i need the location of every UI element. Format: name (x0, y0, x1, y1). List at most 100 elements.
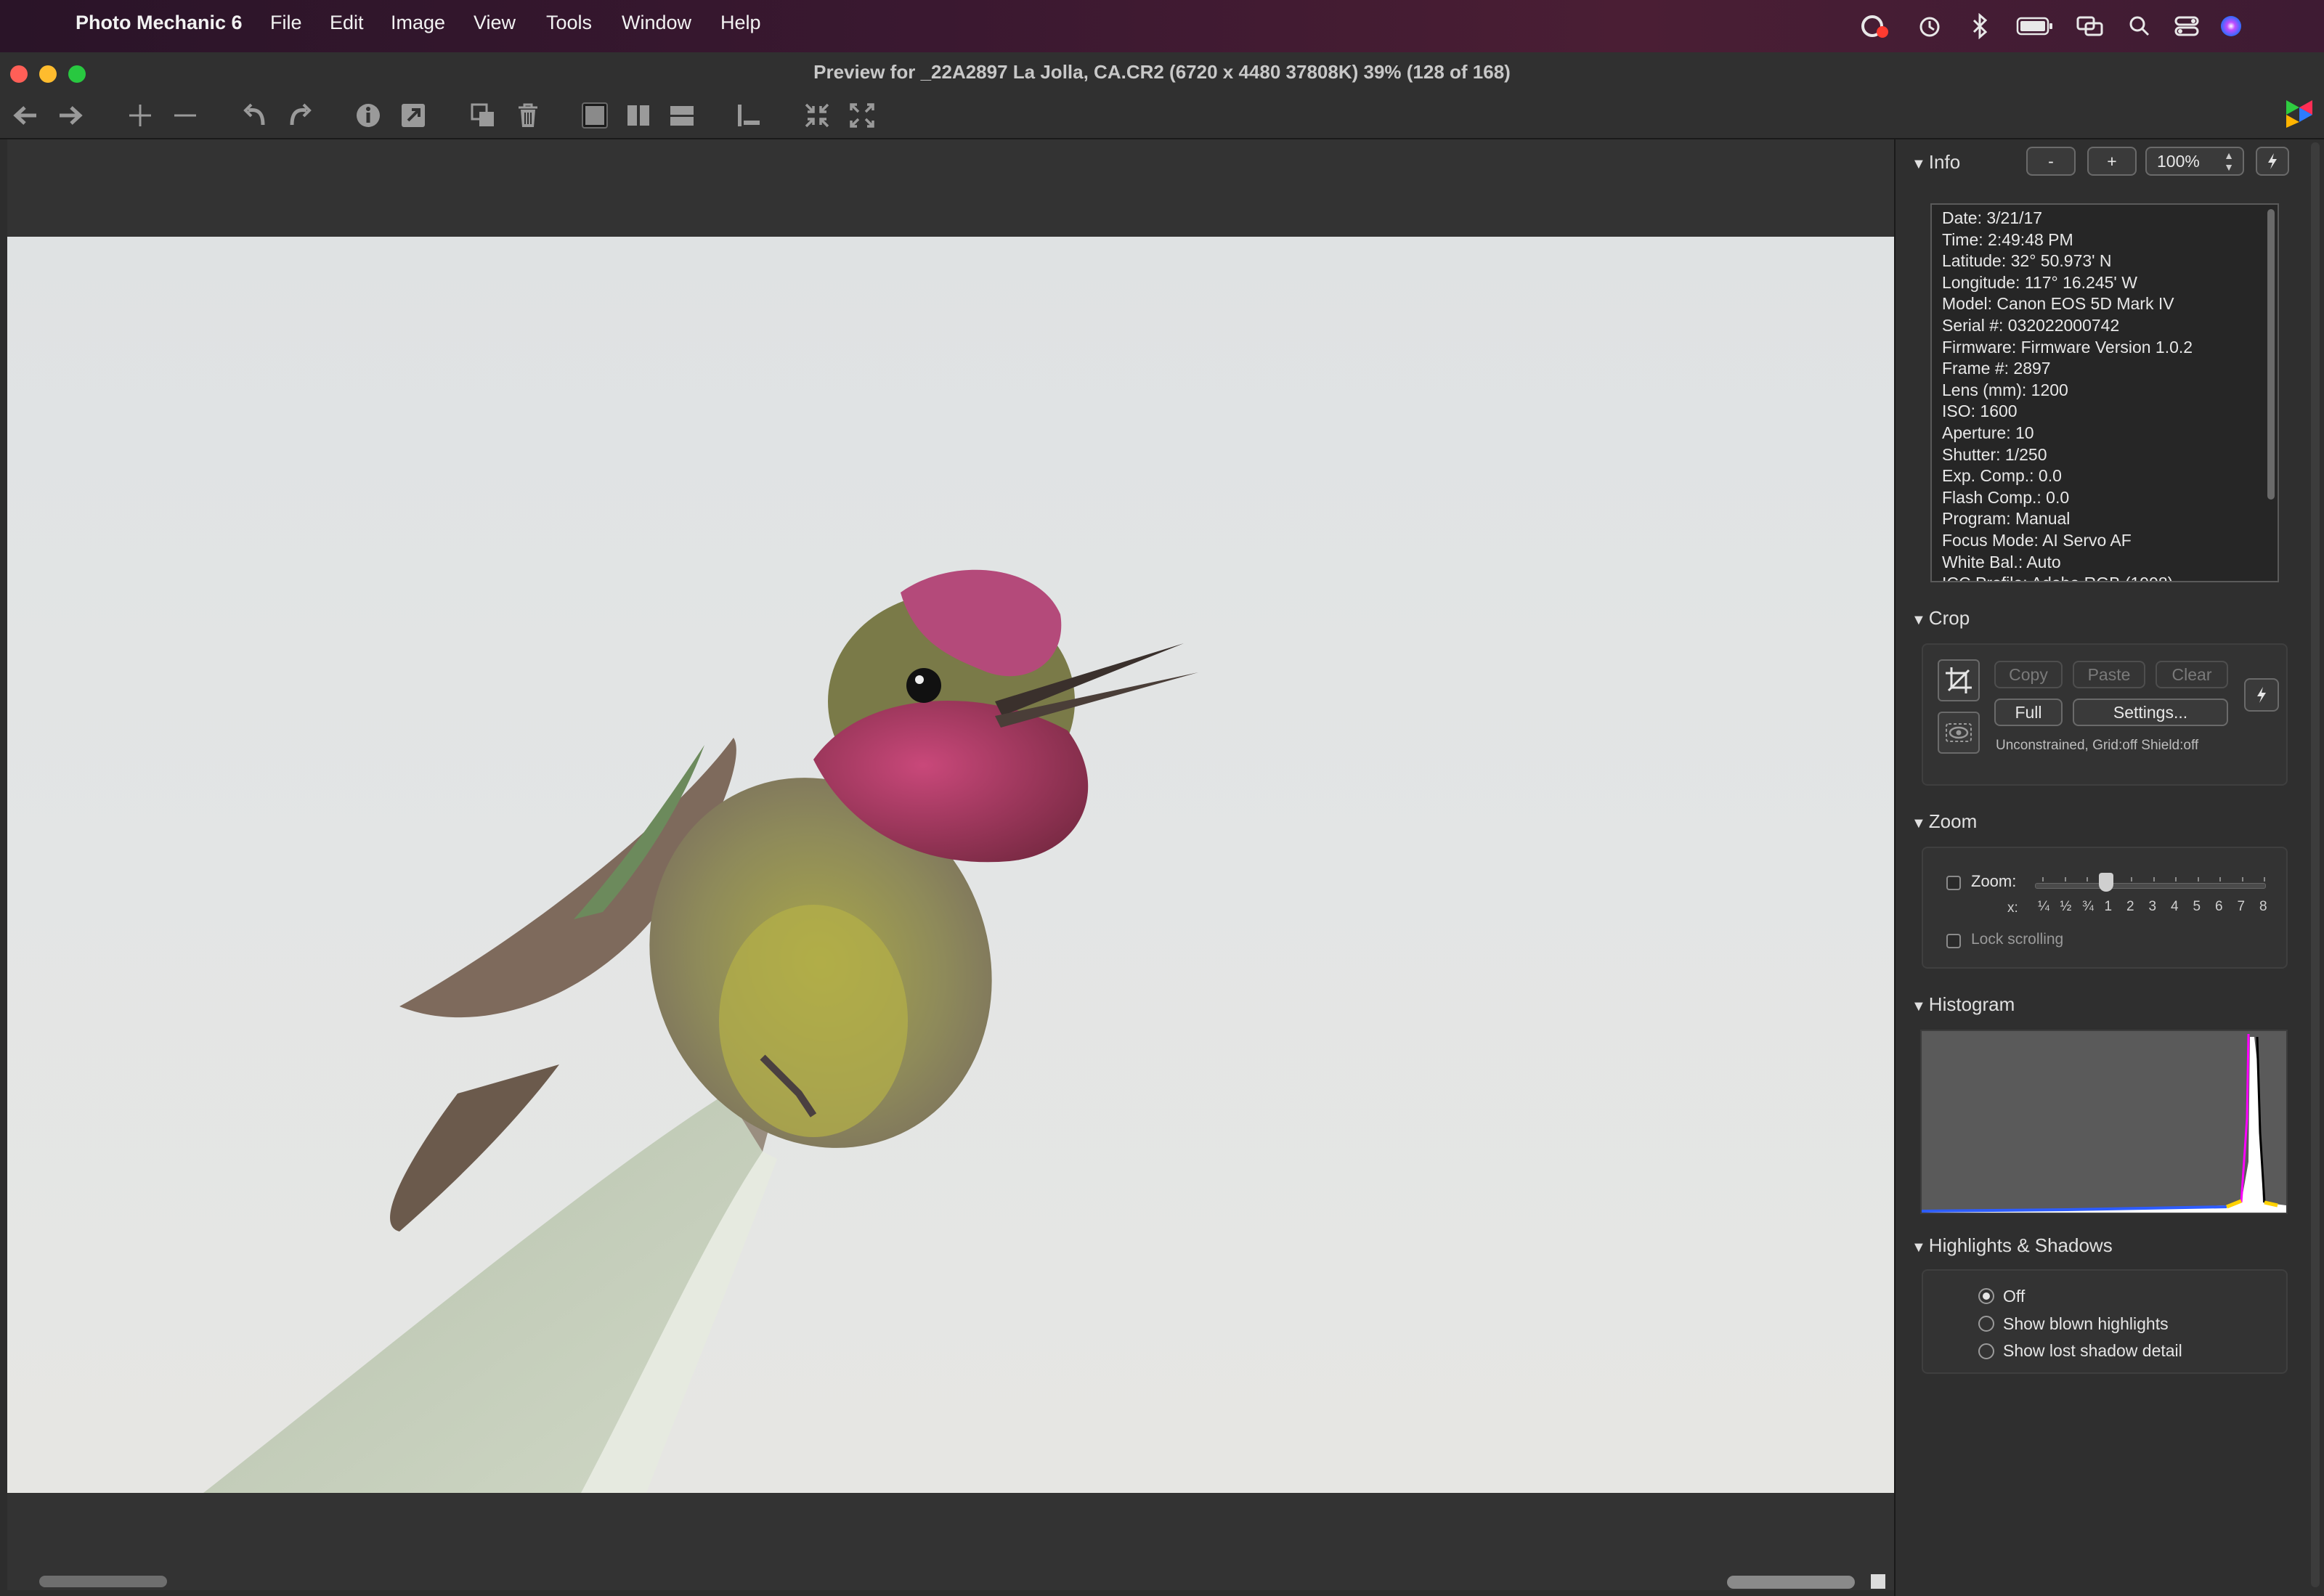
eye-icon (1946, 723, 1972, 742)
info-icon[interactable] (349, 96, 388, 135)
radio-off-label: Off (2003, 1287, 2026, 1306)
zoom-in-plus-icon[interactable] (121, 96, 160, 135)
duplicate-icon[interactable] (463, 96, 503, 135)
metadata-line: Frame #: 2897 (1942, 359, 2051, 378)
crop-preview-toggle[interactable] (1938, 712, 1980, 754)
crop-section-header[interactable]: ▼ Crop (1911, 607, 1970, 630)
metadata-line: Exp. Comp.: 0.0 (1942, 466, 2062, 486)
metadata-line: Focus Mode: AI Servo AF (1942, 530, 2132, 550)
screen-mirroring-icon[interactable] (2076, 15, 2105, 38)
control-center-icon[interactable] (2173, 15, 2202, 38)
metadata-line: Shutter: 1/250 (1942, 444, 2047, 464)
lock-scrolling-label: Lock scrolling (1971, 931, 2064, 948)
histogram-section-header[interactable]: ▼ Histogram (1911, 993, 2015, 1016)
lock-scrolling-checkbox[interactable] (1946, 934, 1961, 948)
expand-icon[interactable] (842, 96, 882, 135)
zoom-tick-label: ¼ (2038, 899, 2049, 914)
metadata-line: Firmware: Firmware Version 1.0.2 (1942, 337, 2193, 357)
histogram (1920, 1030, 2288, 1214)
crop-full-button[interactable]: Full (1994, 699, 2063, 726)
trash-icon[interactable] (508, 96, 548, 135)
menu-window[interactable]: Window (622, 12, 691, 34)
zoom-tick-label: 5 (2193, 899, 2201, 914)
split-horizontal-icon[interactable] (662, 96, 702, 135)
creative-cloud-icon[interactable] (1859, 13, 1891, 39)
zoom-checkbox[interactable] (1946, 876, 1961, 890)
menu-view[interactable]: View (474, 12, 516, 34)
next-arrow-icon[interactable] (51, 96, 90, 135)
info-zoom-select[interactable]: 100% ▲ ▼ (2145, 147, 2244, 176)
zoom-tick-mark (2087, 877, 2088, 882)
zoom-section-header[interactable]: ▼ Zoom (1911, 810, 1977, 833)
preview-image (7, 237, 1894, 1493)
bluetooth-icon[interactable] (1971, 13, 1988, 39)
sidebar-scrollbar[interactable] (2311, 142, 2320, 1587)
menu-tools[interactable]: Tools (546, 12, 592, 34)
zoom-tick-label: 4 (2171, 899, 2179, 914)
spotlight-search-icon[interactable] (2128, 15, 2151, 39)
menu-help[interactable]: Help (720, 12, 761, 34)
zoom-tick-mark (2131, 877, 2132, 882)
menu-bar: Photo Mechanic 6 File Edit Image View To… (0, 0, 2324, 52)
zoom-tick-mark (2264, 877, 2265, 882)
zoom-tick-label: 6 (2215, 899, 2223, 914)
battery-icon[interactable] (2016, 16, 2054, 36)
metadata-line: ISO: 1600 (1942, 402, 2018, 421)
crop-action-button[interactable] (2244, 678, 2279, 712)
metadata-list: Date: 3/21/17 Time: 2:49:48 PM Latitude:… (1932, 205, 2278, 581)
info-action-button[interactable] (2256, 147, 2289, 176)
menu-edit[interactable]: Edit (330, 12, 364, 34)
crop-copy-button[interactable]: Copy (1994, 661, 2063, 688)
rotate-right-icon[interactable] (280, 96, 320, 135)
info-section-header[interactable]: ▼ Info (1911, 151, 1960, 174)
stepper-arrows-icon: ▲ ▼ (2224, 150, 2234, 173)
metadata-line: White Bal.: Auto (1942, 552, 2061, 571)
horizontal-scrollbar[interactable] (1727, 1576, 1855, 1589)
crop-settings-button[interactable]: Settings... (2073, 699, 2228, 726)
metadata-line: Latitude: 32° 50.973' N (1942, 251, 2112, 271)
radio-show-lost-shadow-detail[interactable] (1978, 1343, 1994, 1359)
filmstrip-scroll-handle[interactable] (39, 1576, 167, 1587)
zoom-slider-track[interactable] (2035, 883, 2266, 889)
siri-icon[interactable] (2218, 13, 2244, 39)
collapse-icon[interactable] (797, 96, 837, 135)
crop-clear-button[interactable]: Clear (2156, 661, 2228, 688)
single-view-icon[interactable] (575, 96, 614, 135)
open-external-icon[interactable] (394, 96, 433, 135)
metadata-line: Flash Comp.: 0.0 (1942, 487, 2070, 507)
radio-off[interactable] (1978, 1288, 1994, 1304)
highlights-shadows-section-header[interactable]: ▼ Highlights & Shadows (1911, 1234, 2113, 1257)
split-vertical-icon[interactable] (619, 96, 658, 135)
zoom-tick-label: 3 (2148, 899, 2157, 914)
zoom-out-minus-icon[interactable] (166, 96, 205, 135)
time-machine-icon[interactable] (1917, 15, 1942, 39)
zoom-tick-mark (2175, 877, 2177, 882)
rotate-left-icon[interactable] (235, 96, 275, 135)
resize-corner[interactable] (1871, 1574, 1885, 1589)
crop-tool-button[interactable] (1938, 659, 1980, 701)
previous-arrow-icon[interactable] (6, 96, 45, 135)
app-menu[interactable]: Photo Mechanic 6 (76, 12, 243, 34)
menu-image[interactable]: Image (391, 12, 445, 34)
window-title: Preview for _22A2897 La Jolla, CA.CR2 (6… (813, 61, 1511, 83)
metadata-line: Lens (mm): 1200 (1942, 380, 2068, 399)
zoom-slider-thumb[interactable] (2099, 873, 2113, 892)
zoom-tick-mark (2241, 877, 2243, 882)
lightning-icon (2257, 687, 2266, 703)
zoom-tick-mark (2042, 877, 2044, 882)
metadata-box[interactable]: Date: 3/21/17 Time: 2:49:48 PM Latitude:… (1930, 203, 2279, 582)
info-zoom-plus-button[interactable]: + (2087, 147, 2137, 176)
crop-status-text: Unconstrained, Grid:off Shield:off (1996, 738, 2199, 753)
radio-show-blown-highlights-label: Show blown highlights (2003, 1314, 2169, 1333)
info-zoom-minus-button[interactable]: - (2026, 147, 2076, 176)
zoom-tick-mark (2219, 877, 2221, 882)
radio-show-blown-highlights[interactable] (1978, 1316, 1994, 1332)
zoom-tick-label: 1 (2104, 899, 2113, 914)
metadata-line: Program: Manual (1942, 509, 2071, 529)
crop-icon (1946, 667, 1972, 693)
menu-file[interactable]: File (270, 12, 302, 34)
align-icon[interactable] (729, 96, 768, 135)
crop-paste-button[interactable]: Paste (2073, 661, 2145, 688)
metadata-scrollbar[interactable] (2267, 209, 2275, 500)
histogram-graph (1921, 1033, 2286, 1213)
